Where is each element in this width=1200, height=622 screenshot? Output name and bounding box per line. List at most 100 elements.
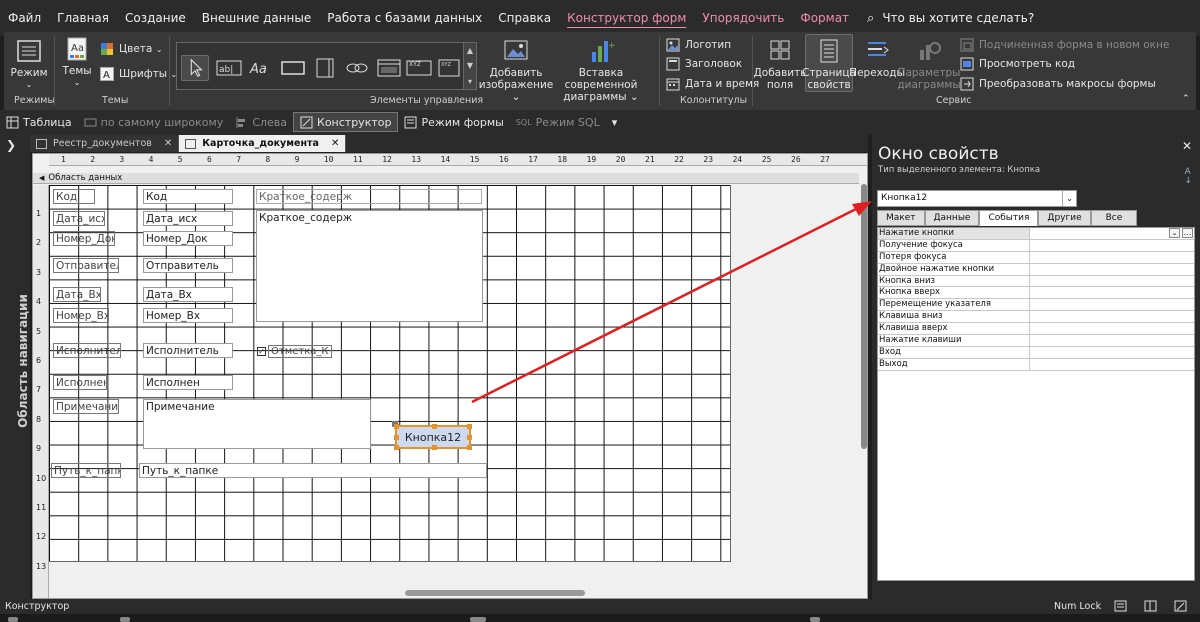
tab-all[interactable]: Все	[1090, 210, 1138, 226]
close-icon[interactable]: ✕	[331, 138, 339, 149]
menu-form-design[interactable]: Конструктор форм	[559, 0, 694, 36]
hyperlink-icon[interactable]	[343, 55, 371, 81]
resize-handle[interactable]	[432, 424, 437, 429]
themes-button[interactable]: Aa Темы ⌄	[60, 36, 94, 89]
property-value[interactable]	[1030, 276, 1194, 287]
property-sheet-button[interactable]: Страница свойств	[802, 34, 856, 92]
property-value[interactable]	[1030, 347, 1194, 358]
menu-create[interactable]: Создание	[117, 0, 194, 36]
menu-format[interactable]: Формат	[792, 0, 857, 36]
property-row[interactable]: Нажатие кнопки ⌄…	[878, 228, 1194, 240]
detail-section-header[interactable]: ◀ Область данных	[33, 173, 859, 184]
field-kod[interactable]: Код	[143, 189, 233, 204]
chevron-down-icon[interactable]: ⌄	[1169, 228, 1180, 238]
label-otpravitel[interactable]: Отправитель	[53, 258, 119, 273]
view-code-button[interactable]: Просмотреть код	[960, 57, 1075, 71]
datetime-button[interactable]: Дата и время	[666, 77, 759, 91]
web-browser-icon[interactable]	[375, 55, 403, 81]
taskbar-app-icon[interactable]	[120, 617, 130, 622]
convert-macros-button[interactable]: Преобразовать макросы формы	[960, 77, 1156, 91]
navigation-control-icon[interactable]: XYZ	[405, 55, 433, 81]
tab-control-icon[interactable]	[311, 55, 339, 81]
label-ispolnen[interactable]: Исполнен	[53, 375, 107, 390]
field-nomer-dok[interactable]: Номер_Док	[143, 231, 233, 246]
resize-handle[interactable]	[394, 435, 399, 440]
property-value[interactable]	[1030, 240, 1194, 251]
property-value[interactable]	[1030, 299, 1194, 310]
field-ispolnitel[interactable]: Исполнитель	[143, 343, 233, 358]
textbox-icon[interactable]: ab|	[215, 55, 243, 81]
add-image-button[interactable]: Добавить изображение ⌄	[479, 38, 553, 103]
label-data-vx[interactable]: Дата_Вх	[53, 287, 101, 302]
resize-handle[interactable]	[467, 445, 472, 450]
property-row[interactable]: Двойное нажатие кнопки	[878, 263, 1194, 276]
scroll-thumb[interactable]	[861, 184, 867, 449]
label-put[interactable]: Путь_к_папке	[51, 463, 121, 478]
field-primechanie[interactable]: Примечание	[143, 399, 371, 449]
tab-registry[interactable]: Реестр_документов ✕	[30, 135, 180, 152]
expand-nav-icon[interactable]: ❯	[6, 138, 16, 152]
property-row[interactable]: Клавиша вверх	[878, 323, 1194, 336]
table-layout-button[interactable]: Таблица	[0, 112, 78, 132]
option-group-icon[interactable]: XYZ	[435, 55, 463, 81]
horizontal-scrollbar[interactable]	[393, 587, 859, 598]
tab-data[interactable]: Данные	[924, 210, 980, 226]
chart-settings-button[interactable]: Параметры диаграммы	[897, 38, 961, 91]
customize-toolbar-icon[interactable]: ▾	[606, 112, 624, 132]
label-icon[interactable]: Aa	[247, 55, 275, 81]
property-row[interactable]: Нажатие клавиши	[878, 335, 1194, 347]
field-data-isx[interactable]: Дата_исх	[143, 211, 233, 226]
label-kod[interactable]: Код	[53, 189, 95, 204]
field-kratkoe[interactable]: Краткое_содерж	[256, 210, 483, 322]
label-ispolnitel[interactable]: Исполнитель	[53, 343, 121, 358]
label-nomer-dok[interactable]: Номер_Док	[53, 231, 115, 246]
chevron-down-icon[interactable]: ⌄	[1062, 191, 1076, 206]
menu-home[interactable]: Главная	[49, 0, 117, 36]
design-view-button[interactable]: Конструктор	[293, 112, 399, 132]
taskbar-app-icon[interactable]	[810, 617, 820, 622]
tab-order-button[interactable]: Переходы	[849, 38, 905, 79]
property-row[interactable]: Выход	[878, 358, 1194, 371]
property-value[interactable]	[1030, 359, 1194, 370]
resize-handle[interactable]	[467, 424, 472, 429]
resize-handle[interactable]	[394, 424, 399, 429]
label-data-isx[interactable]: Дата_исх	[53, 211, 105, 226]
property-row[interactable]: Кнопка вниз	[878, 275, 1194, 288]
object-selector[interactable]: Кнопка12 ⌄	[877, 190, 1077, 207]
taskbar-app-icon[interactable]	[8, 617, 18, 622]
label-primechanie[interactable]: Примечание	[53, 399, 119, 414]
checkbox-otmetka[interactable]: ✓ Отметка_К	[257, 345, 332, 358]
close-icon[interactable]: ✕	[164, 138, 172, 149]
align-left-button[interactable]: Слева	[229, 112, 293, 132]
tell-me-box[interactable]: ⌕ Что вы хотите сделать?	[867, 11, 1034, 26]
nav-pane-label[interactable]: Область навигации	[16, 294, 30, 428]
menu-database-tools[interactable]: Работа с базами данных	[319, 0, 490, 36]
tab-document-card[interactable]: Карточка_документа ✕	[179, 135, 347, 152]
menu-external-data[interactable]: Внешние данные	[194, 0, 319, 36]
layout-view-status-icon[interactable]	[1144, 600, 1157, 612]
tab-layout[interactable]: Макет	[877, 210, 925, 226]
label-kratkoe[interactable]: Краткое_содерж	[256, 189, 482, 204]
form-view-button[interactable]: Режим формы	[398, 112, 509, 132]
sql-view-button[interactable]: SQL Режим SQL	[510, 112, 606, 132]
property-row[interactable]: Перемещение указателя	[878, 299, 1194, 312]
title-button[interactable]: Заголовок	[666, 57, 742, 71]
property-row[interactable]: Вход	[878, 346, 1194, 359]
resize-handle[interactable]	[432, 445, 437, 450]
property-row[interactable]: Получение фокуса	[878, 239, 1194, 252]
taskbar-app-icon[interactable]	[470, 617, 486, 622]
field-otpravitel[interactable]: Отправитель	[143, 258, 233, 273]
widest-size-button[interactable]: по самому широкому	[78, 112, 230, 132]
menu-arrange[interactable]: Упорядочить	[694, 0, 792, 36]
vertical-scrollbar[interactable]	[859, 166, 867, 586]
fonts-button[interactable]: A Шрифты ⌄	[100, 67, 177, 81]
add-fields-button[interactable]: Добавить поля	[754, 38, 806, 91]
resize-handle[interactable]	[467, 435, 472, 440]
property-row[interactable]: Потеря фокуса	[878, 251, 1194, 264]
close-icon[interactable]: ✕	[1182, 139, 1192, 153]
command-button-12[interactable]: Кнопка12	[392, 421, 472, 450]
field-put[interactable]: Путь_к_папке	[139, 463, 487, 478]
select-pointer-icon[interactable]	[181, 55, 209, 81]
property-value[interactable]	[1030, 252, 1194, 263]
menu-file[interactable]: Файл	[0, 0, 49, 36]
